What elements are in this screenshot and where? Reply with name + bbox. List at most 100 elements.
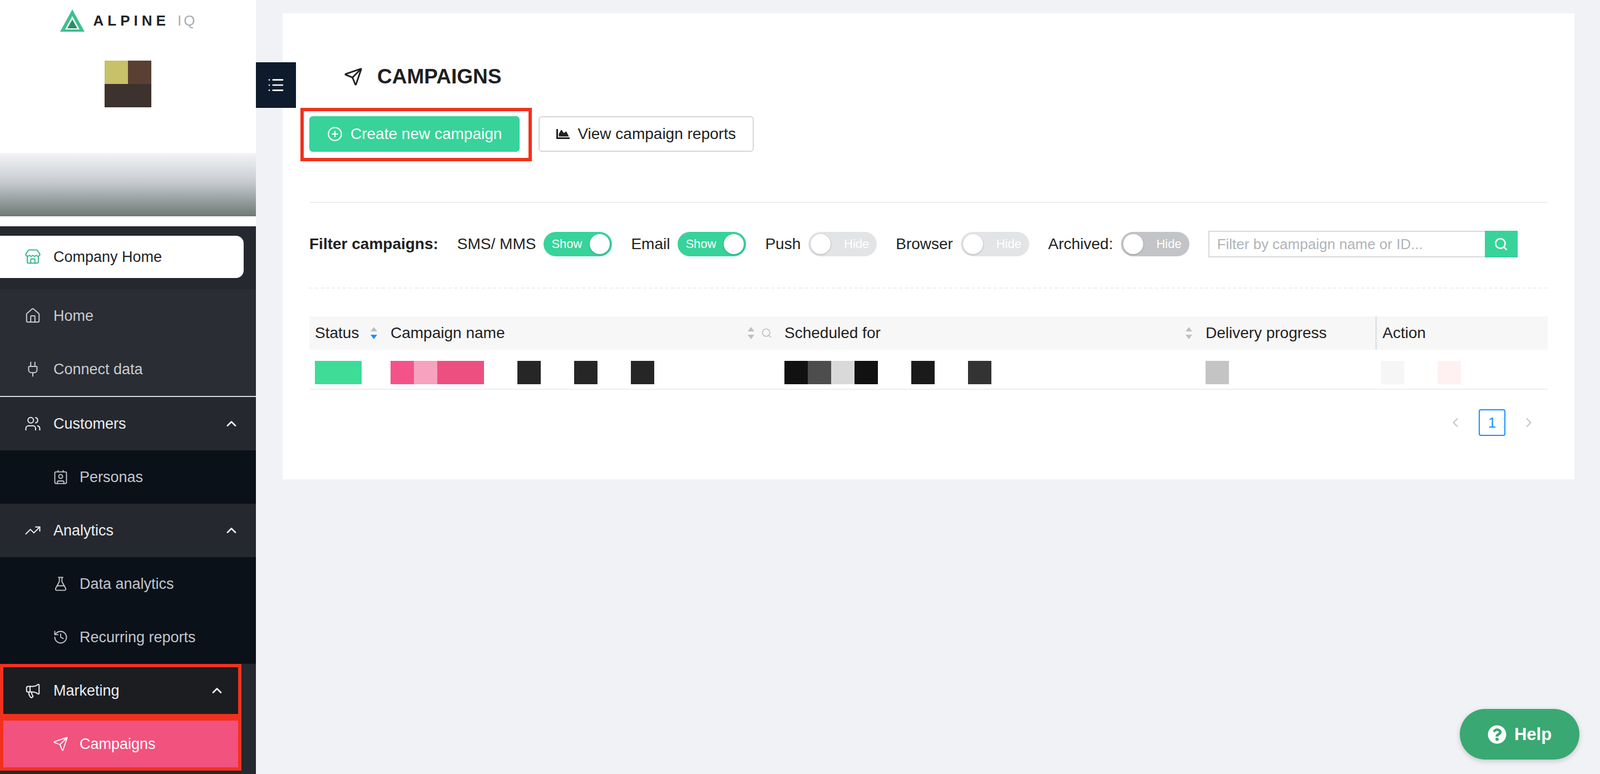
switch-knob: [810, 234, 831, 255]
company-avatar: [104, 60, 152, 108]
switch-knob: [589, 234, 610, 255]
sidebar-section[interactable]: Analytics: [0, 504, 256, 558]
column-header[interactable]: Campaign name: [384, 316, 779, 350]
app: ALPINEIQ Company Home Home Connect data Cust…: [0, 0, 1600, 774]
create-campaign-button[interactable]: Create new campaign: [309, 116, 520, 152]
logo-name: ALPINE: [93, 12, 170, 30]
sidebar-item-label: Home: [53, 307, 256, 325]
sort-icon[interactable]: [1184, 326, 1194, 341]
table-cell: [309, 361, 385, 385]
filter-toggle-label: Archived:: [1048, 235, 1114, 254]
redacted-group: [314, 361, 362, 385]
redacted-group: [517, 361, 541, 385]
campaigns-table: Status Campaign name Scheduled for Delivery…: [309, 316, 1548, 390]
sidebar-item-label: Customers: [53, 415, 212, 433]
sidebar-nav: Company Home Home Connect data Customers Per…: [0, 226, 256, 772]
history-icon: [52, 629, 69, 646]
filter-toggle-group: BrowserHide: [895, 231, 1030, 257]
column-label: Campaign name: [390, 324, 742, 343]
sidebar-item[interactable]: Home: [0, 289, 256, 343]
help-label: Help: [1514, 724, 1552, 745]
sort-icon[interactable]: [369, 326, 379, 341]
button-label: View campaign reports: [577, 125, 736, 143]
sidebar-section[interactable]: Customers: [0, 397, 256, 451]
sidebar: ALPINEIQ Company Home Home Connect data Cust…: [0, 0, 256, 774]
redacted-block: [517, 361, 541, 385]
redacted-block: [413, 361, 438, 385]
redacted-group: [784, 361, 878, 385]
column-label: Action: [1382, 324, 1542, 343]
filter-switch[interactable]: Hide: [808, 231, 877, 257]
main-content: CAMPAIGNS Create new campaign View campaig…: [255, 0, 1600, 774]
campaigns-card: CAMPAIGNS Create new campaign View campaig…: [282, 13, 1575, 480]
sidebar-item-label: Campaigns: [79, 736, 242, 754]
area-chart-icon: [556, 127, 570, 141]
page-title: CAMPAIGNS: [377, 65, 502, 89]
flask-icon: [52, 576, 69, 592]
filter-toggle-group: Email Show: [630, 231, 747, 257]
column-search-icon[interactable]: [761, 327, 773, 339]
switch-knob: [723, 234, 744, 255]
filter-switch[interactable]: Hide: [960, 231, 1030, 257]
redacted-group: [1205, 361, 1229, 385]
sidebar-header: ALPINEIQ: [0, 0, 256, 227]
column-header[interactable]: Status: [309, 316, 385, 350]
redacted-group: [390, 361, 485, 385]
logo[interactable]: ALPINEIQ: [58, 8, 198, 33]
switch-knob: [963, 234, 984, 255]
redacted-block: [854, 361, 878, 385]
megaphone-icon: [24, 682, 42, 700]
divider: [309, 201, 1548, 204]
send-icon: [52, 736, 69, 753]
search-button[interactable]: [1484, 230, 1518, 258]
plus-circle-icon: [327, 126, 343, 142]
filter-bar: Filter campaigns:SMS/ MMSShowEmailShowPu…: [309, 230, 1548, 258]
column-label: Status: [314, 324, 364, 343]
sidebar-item[interactable]: Campaigns: [0, 717, 242, 772]
redacted-group: [1380, 361, 1405, 385]
redacted-group: [1437, 361, 1461, 385]
users-icon: [24, 415, 42, 433]
redacted-group: [630, 361, 655, 385]
next-page-button[interactable]: [1517, 414, 1540, 432]
prev-page-button[interactable]: [1444, 414, 1467, 432]
column-header[interactable]: Scheduled for: [778, 316, 1200, 350]
sort-icon[interactable]: [746, 326, 756, 341]
sidebar-item[interactable]: Recurring reports: [0, 610, 256, 665]
sidebar-item[interactable]: Company Home: [0, 235, 244, 279]
view-reports-button[interactable]: View campaign reports: [538, 116, 754, 152]
search-input[interactable]: [1208, 230, 1485, 258]
table-cell: [778, 361, 1200, 385]
help-button[interactable]: Help: [1459, 709, 1580, 760]
sidebar-item[interactable]: Connect data: [0, 342, 256, 397]
page-button[interactable]: 1: [1478, 409, 1506, 437]
menu-toggle-button[interactable]: [255, 62, 296, 108]
column-label: Scheduled for: [784, 324, 1179, 343]
column-label: Delivery progress: [1205, 324, 1369, 343]
redacted-block: [390, 361, 414, 385]
company-banner: [0, 152, 256, 217]
pagination: 1: [309, 409, 1548, 437]
plug-icon: [24, 361, 42, 378]
filter-switch[interactable]: Show: [677, 231, 747, 257]
redacted-block: [807, 361, 832, 385]
sidebar-item[interactable]: Personas: [0, 450, 256, 505]
filter-toggle-label: Email: [630, 235, 670, 254]
redacted-block: [314, 361, 339, 385]
table-header: Status Campaign name Scheduled for Delivery…: [309, 316, 1548, 350]
filter-toggle-group: SMS/ MMSShow: [457, 231, 613, 257]
table-row[interactable]: [309, 356, 1548, 390]
filter-switch[interactable]: Hide: [1121, 231, 1190, 257]
send-icon: [343, 67, 363, 87]
question-icon: [1487, 725, 1507, 745]
dashed-divider: [309, 287, 1548, 289]
chevron-left-icon: [1447, 415, 1464, 431]
redacted-block: [784, 361, 808, 385]
sidebar-item[interactable]: Data analytics: [0, 557, 256, 611]
chevron-up-icon: [223, 416, 240, 432]
home-icon: [24, 307, 42, 325]
sidebar-section[interactable]: Marketing: [0, 664, 242, 718]
filter-switch[interactable]: Show: [543, 231, 612, 257]
action-bar: Create new campaign View campaign reports: [309, 116, 1548, 152]
store-icon: [24, 248, 42, 266]
